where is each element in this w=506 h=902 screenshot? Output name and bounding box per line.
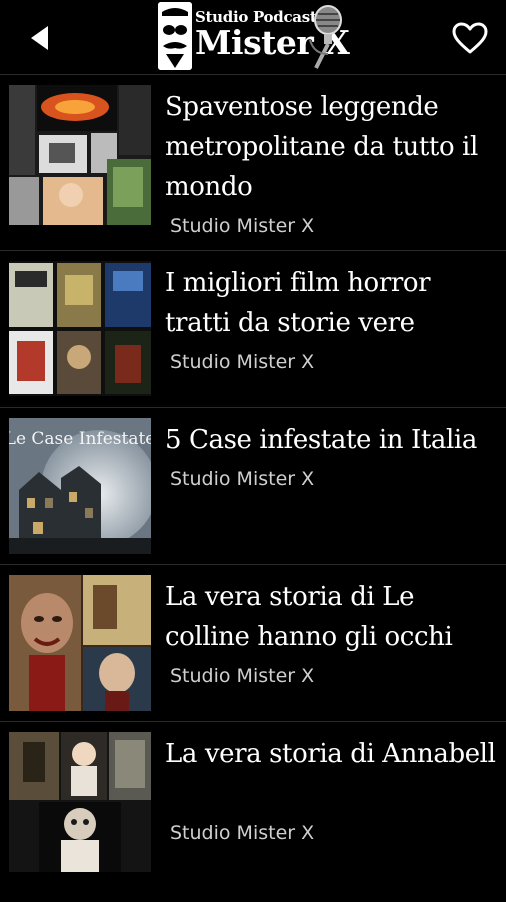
item-author: Studio Mister X: [170, 215, 315, 237]
logo-mask-face: [158, 2, 192, 70]
app-logo: Studio Podcast Mister X: [158, 2, 350, 72]
back-arrow-icon: [31, 26, 48, 50]
list-item[interactable]: I migliori film horror tratti da storie …: [0, 250, 506, 407]
item-thumbnail: [9, 575, 151, 711]
item-title: Spaventose leggende metropolitane da tut…: [165, 92, 478, 202]
list-item[interactable]: Spaventose leggende metropolitane da tut…: [0, 74, 506, 250]
item-thumbnail: Le Case Infestate: [9, 418, 151, 554]
item-author: Studio Mister X: [170, 822, 315, 844]
item-author: Studio Mister X: [170, 665, 315, 687]
list-item[interactable]: La vera storia di Le colline hanno gli o…: [0, 564, 506, 721]
item-title: La vera storia di Annabell: [165, 739, 496, 769]
item-author: Studio Mister X: [170, 351, 315, 373]
item-thumbnail: [9, 732, 151, 872]
thumb-caption: Le Case Infestate: [9, 429, 151, 449]
item-thumbnail: [9, 261, 151, 396]
item-author: Studio Mister X: [170, 468, 315, 490]
microphone-icon: [306, 4, 348, 70]
item-thumbnail: [9, 85, 151, 225]
item-title: La vera storia di Le colline hanno gli o…: [165, 582, 453, 652]
list-item[interactable]: Le Case Infestate 5 Case infestate in It…: [0, 407, 506, 564]
heart-outline-icon: [452, 22, 488, 54]
app-header: Studio Podcast Mister X: [0, 0, 506, 74]
list-item[interactable]: La vera storia di Annabell Studio Mister…: [0, 721, 506, 902]
episode-list: Spaventose leggende metropolitane da tut…: [0, 74, 506, 902]
item-title: I migliori film horror tratti da storie …: [165, 268, 431, 338]
item-title: 5 Case infestate in Italia: [165, 425, 477, 455]
back-button[interactable]: [20, 18, 60, 58]
favorite-button[interactable]: [448, 16, 492, 60]
